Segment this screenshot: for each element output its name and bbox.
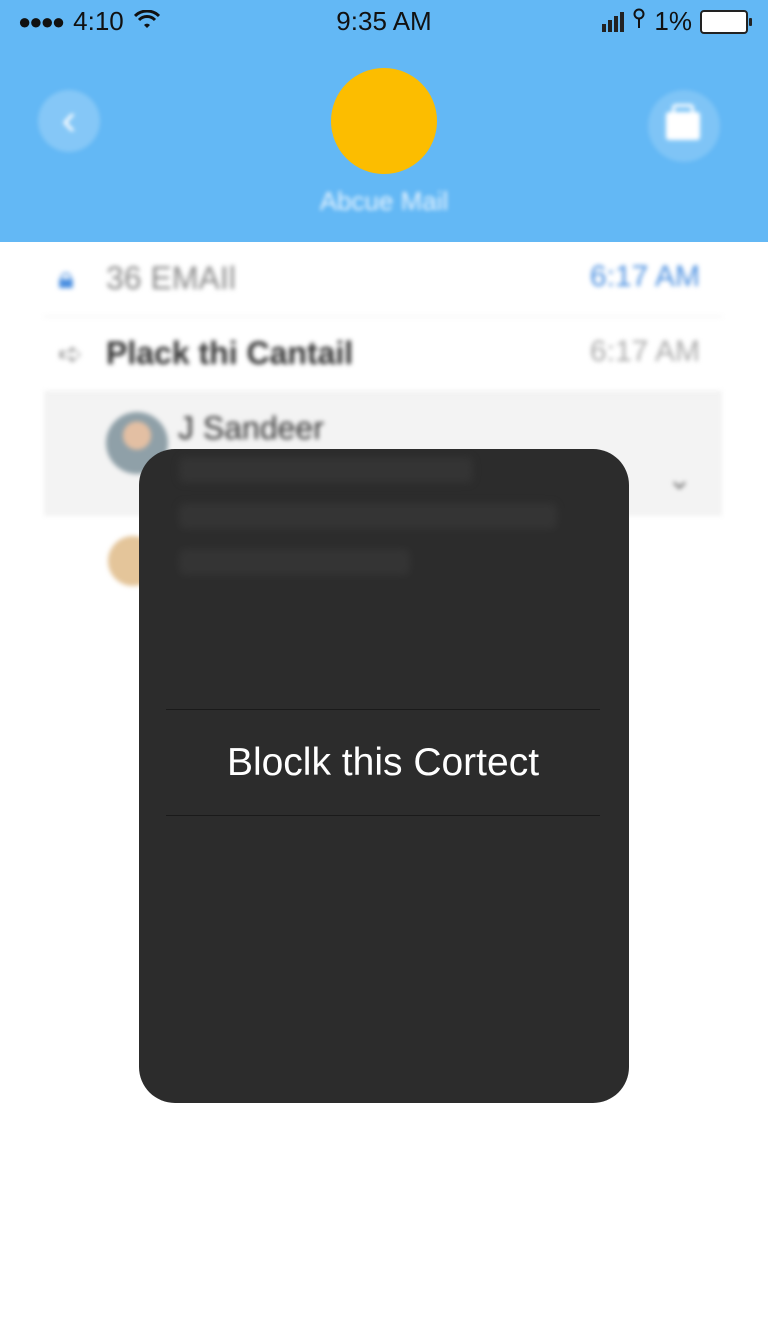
- status-bar: ●●●● 4:10 9:35 AM 1%: [0, 0, 768, 44]
- action-sheet: Bloclk this Cortect: [139, 449, 629, 1103]
- battery-icon: [700, 9, 752, 34]
- inbox-button[interactable]: [648, 90, 720, 162]
- inbox-icon: [666, 104, 700, 140]
- forward-arrow-icon: ➪: [58, 338, 84, 371]
- list-item[interactable]: ➪ Plack thi Cantail 6:17 AM: [44, 317, 722, 392]
- location-icon: [632, 6, 646, 37]
- list-item[interactable]: 🔒︎ 36 EMAIl 6:17 AM: [44, 242, 722, 317]
- divider: [166, 709, 600, 710]
- chevron-left-icon: ‹: [61, 95, 77, 144]
- header-title: Abcue Mail: [319, 186, 449, 216]
- chevron-down-icon[interactable]: ⌄: [667, 462, 692, 497]
- list-item-time: 6:17 AM: [589, 335, 700, 368]
- back-button[interactable]: ‹: [38, 90, 100, 152]
- cell-signal-icon: [602, 11, 625, 32]
- divider: [166, 815, 600, 816]
- account-avatar[interactable]: [331, 68, 437, 174]
- list-item-label: Plack thi Cantail: [106, 335, 354, 371]
- list-item-time: 6:17 AM: [589, 260, 700, 293]
- lock-icon: 🔒︎: [58, 262, 74, 295]
- contact-name: J Sandeer: [178, 410, 324, 446]
- action-sheet-blurred-content: [179, 449, 599, 699]
- battery-percent: 1%: [654, 6, 692, 36]
- list-item-label: 36 EMAIl: [106, 260, 236, 296]
- status-right: 1%: [602, 6, 752, 37]
- block-contact-button[interactable]: Bloclk this Cortect: [166, 711, 600, 815]
- mail-header: ‹ Abcue Mail: [0, 44, 768, 242]
